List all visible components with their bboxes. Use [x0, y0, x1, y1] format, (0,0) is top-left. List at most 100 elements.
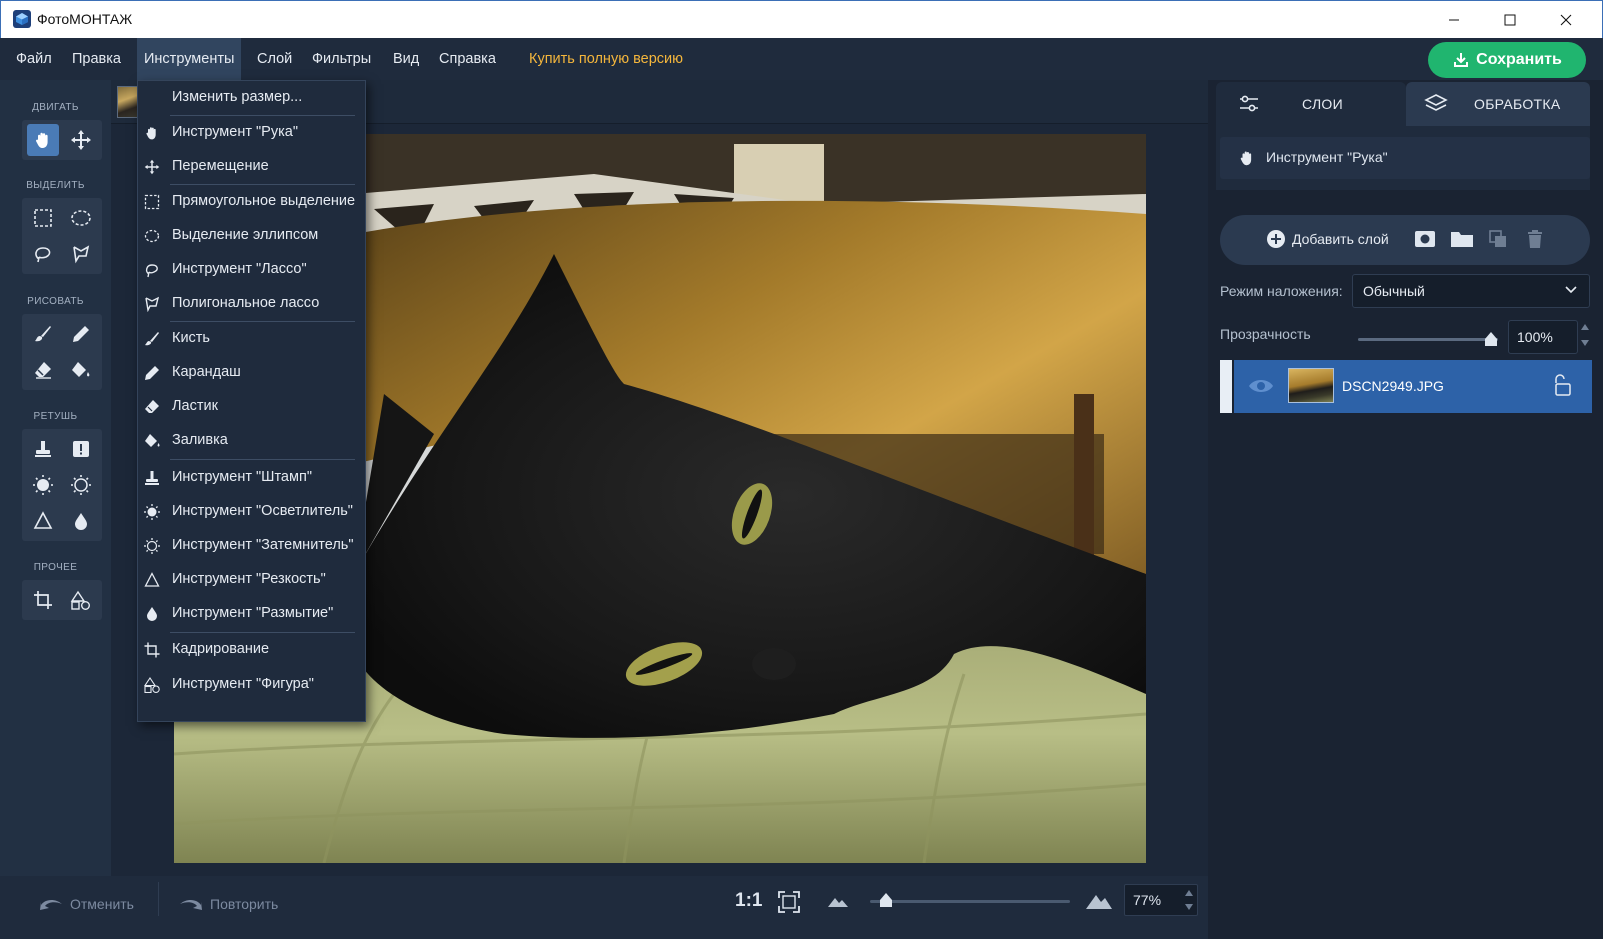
layer-row-body[interactable]: DSCN2949.JPG [1234, 360, 1592, 413]
burn-tool-button[interactable] [65, 469, 97, 501]
blur-tool-button[interactable] [65, 505, 97, 537]
sharpen-tool-button[interactable] [27, 505, 59, 537]
polygon-lasso-tool-button[interactable] [65, 238, 97, 270]
menu-rect-select[interactable]: Прямоугольное выделение [138, 185, 365, 218]
title-bar: ФотоМОНТАЖ [0, 0, 1603, 38]
crop-icon [144, 642, 160, 658]
menu-sharpen-label: Инструмент "Резкость" [172, 571, 326, 587]
menu-eraser-label: Ластик [172, 398, 218, 414]
divider [158, 882, 159, 916]
minimize-button[interactable] [1426, 1, 1482, 39]
buy-full-version-link[interactable]: Купить полную версию [522, 38, 690, 80]
eraser-tool-button[interactable] [27, 354, 59, 386]
menu-move[interactable]: Перемещение [138, 150, 365, 183]
eye-icon[interactable] [1248, 377, 1274, 395]
patch-tool-button[interactable] [65, 433, 97, 465]
lasso-icon [33, 244, 53, 264]
menu-resize[interactable]: Изменить размер... [138, 81, 365, 114]
hand-tool-button[interactable] [27, 124, 59, 156]
fit-screen-icon [777, 890, 801, 914]
opacity-slider-track[interactable] [1358, 338, 1498, 341]
zoom-spinner[interactable] [1184, 886, 1194, 914]
dodge-tool-button[interactable] [27, 469, 59, 501]
zoom-in-button[interactable] [1085, 890, 1113, 910]
menu-tools[interactable]: Инструменты [137, 38, 242, 80]
opacity-spinner[interactable] [1580, 320, 1590, 350]
menu-burn[interactable]: Инструмент "Затемнитель" [138, 529, 365, 562]
maximize-button[interactable] [1482, 1, 1538, 39]
tab-layers[interactable]: СЛОИ [1216, 82, 1406, 126]
add-group-button[interactable] [1450, 229, 1474, 249]
shape-tool-button[interactable] [65, 584, 97, 616]
opacity-slider-thumb[interactable] [1484, 331, 1498, 347]
blend-mode-select[interactable]: Обычный [1352, 274, 1590, 308]
menu-ellipse-select[interactable]: Выделение эллипсом [138, 219, 365, 252]
rect-select-icon [33, 208, 53, 228]
fit-to-screen-button[interactable] [777, 890, 801, 914]
tab-processing[interactable]: ОБРАБОТКА [1406, 82, 1590, 126]
section-select-label: ВЫДЕЛИТЬ [26, 180, 85, 191]
add-layer-label: Добавить слой [1292, 231, 1389, 247]
sliders-icon [1238, 94, 1260, 114]
ellipse-select-icon [70, 208, 92, 228]
actual-size-button[interactable]: 1:1 [735, 890, 762, 912]
move-icon [144, 159, 160, 175]
zoom-slider-thumb[interactable] [879, 892, 893, 908]
crop-tool-button[interactable] [27, 584, 59, 616]
rect-select-tool-button[interactable] [27, 202, 59, 234]
layer-row[interactable]: DSCN2949.JPG [1220, 360, 1592, 413]
stamp-icon [33, 439, 53, 459]
crop-icon [33, 590, 53, 610]
save-button[interactable]: Сохранить [1428, 42, 1586, 78]
menu-polygon-lasso[interactable]: Полигональное лассо [138, 287, 365, 320]
menu-edit[interactable]: Правка [65, 38, 128, 80]
add-mask-button[interactable] [1414, 229, 1436, 249]
menu-help[interactable]: Справка [432, 38, 503, 80]
menu-layer[interactable]: Слой [250, 38, 299, 80]
opacity-input[interactable]: 100% [1508, 320, 1578, 354]
layer-thumbnail [1288, 368, 1334, 403]
current-tool-info: Инструмент "Рука" [1220, 137, 1590, 179]
layer-actions-bar: Добавить слой [1220, 215, 1590, 265]
unlock-icon[interactable] [1554, 374, 1572, 396]
menu-crop[interactable]: Кадрирование [138, 633, 365, 666]
add-layer-button[interactable]: Добавить слой [1266, 229, 1389, 249]
close-button[interactable] [1538, 1, 1594, 39]
window-title: ФотоМОНТАЖ [37, 11, 133, 27]
blur-icon [71, 511, 91, 531]
pencil-tool-button[interactable] [65, 318, 97, 350]
blend-mode-value: Обычный [1363, 283, 1425, 299]
menu-stamp[interactable]: Инструмент "Штамп" [138, 461, 365, 494]
stamp-tool-button[interactable] [27, 433, 59, 465]
menu-hand-tool[interactable]: Инструмент "Рука" [138, 116, 365, 149]
pencil-icon [144, 365, 160, 381]
fill-tool-button[interactable] [65, 354, 97, 386]
redo-button[interactable]: Повторить [178, 890, 278, 918]
sharpen-icon [144, 572, 160, 588]
menu-view[interactable]: Вид [386, 38, 426, 80]
ellipse-select-tool-button[interactable] [65, 202, 97, 234]
menu-pencil[interactable]: Карандаш [138, 356, 365, 389]
menu-bar: Файл Правка Инструменты Слой Фильтры Вид… [0, 38, 1603, 80]
layers-icon [1424, 93, 1448, 115]
lasso-tool-button[interactable] [27, 238, 59, 270]
menu-lasso[interactable]: Инструмент "Лассо" [138, 253, 365, 286]
zoom-slider-track[interactable] [870, 900, 1070, 903]
menu-filters[interactable]: Фильтры [305, 38, 378, 80]
brush-tool-button[interactable] [27, 318, 59, 350]
menu-dodge[interactable]: Инструмент "Осветлитель" [138, 495, 365, 528]
menu-blur[interactable]: Инструмент "Размытие" [138, 597, 365, 630]
duplicate-layer-button[interactable] [1488, 229, 1508, 249]
menu-brush[interactable]: Кисть [138, 322, 365, 355]
undo-button[interactable]: Отменить [38, 890, 134, 918]
menu-eraser[interactable]: Ластик [138, 390, 365, 423]
menu-shape[interactable]: Инструмент "Фигура" [138, 668, 365, 701]
move-tool-button[interactable] [65, 124, 97, 156]
mask-icon [1414, 229, 1436, 249]
menu-sharpen[interactable]: Инструмент "Резкость" [138, 563, 365, 596]
menu-file[interactable]: Файл [9, 38, 59, 80]
redo-label: Повторить [210, 896, 279, 912]
zoom-out-button[interactable] [827, 894, 849, 908]
menu-fill[interactable]: Заливка [138, 424, 365, 457]
delete-layer-button[interactable] [1526, 229, 1544, 249]
